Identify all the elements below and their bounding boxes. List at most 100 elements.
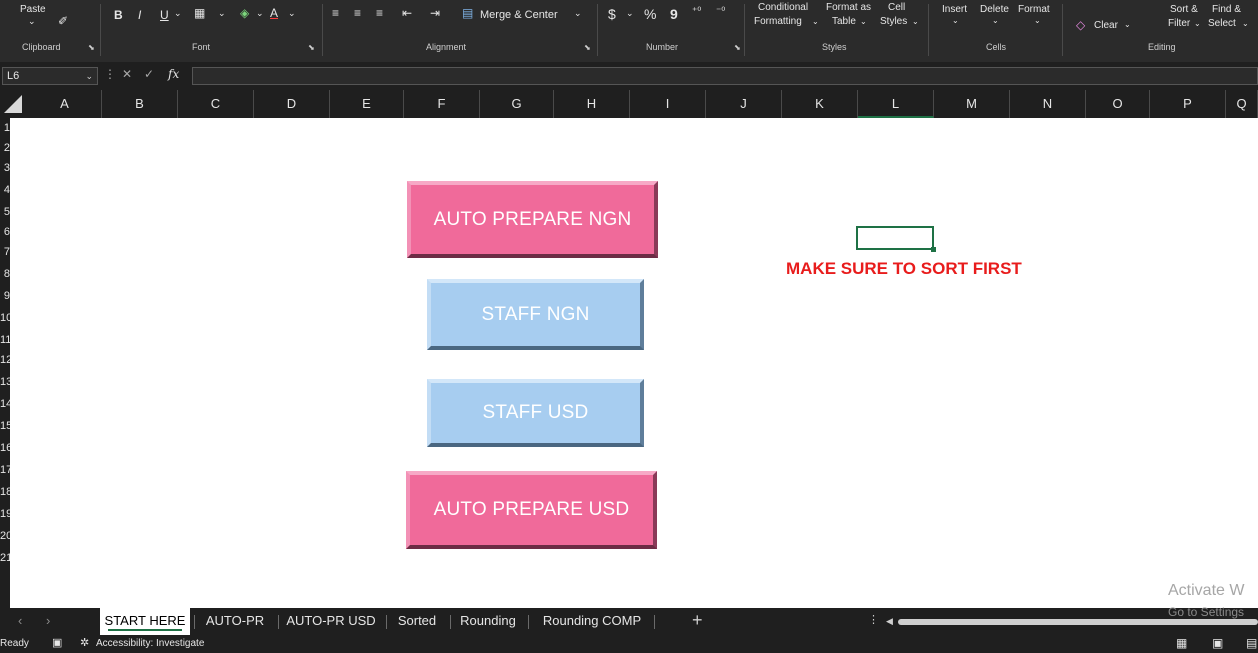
fill-color-icon[interactable]: ◈ [240,6,249,20]
row-header-2[interactable]: 2 [0,140,10,156]
macro-record-icon[interactable]: ▣ [52,636,62,649]
bold-button[interactable]: B [114,8,123,22]
merge-dropdown-icon[interactable]: ⌄ [574,8,582,19]
format-button[interactable]: Format [1018,4,1050,15]
conditional-formatting-label[interactable]: Formatting [754,16,802,27]
align-right-icon[interactable]: ≡ [376,6,383,20]
row-header-3[interactable]: 3 [0,160,10,176]
currency-dropdown-icon[interactable]: ⌄ [626,8,634,19]
delete-dropdown-icon[interactable]: ⌄ [992,16,999,25]
format-as-table-button[interactable]: Format as [826,2,871,13]
format-painter-icon[interactable]: ✐ [58,14,68,28]
page-break-icon[interactable]: ▤ [1246,636,1257,650]
row-header-4[interactable]: 4 [0,182,10,198]
row-header-14[interactable]: 14 [0,396,10,412]
decrease-decimal-icon[interactable]: ⁻⁰ [716,6,725,17]
row-header-17[interactable]: 17 [0,462,10,478]
column-header-o[interactable]: O [1086,90,1150,118]
borders-dropdown-icon[interactable]: ⌄ [218,8,226,19]
row-header-19[interactable]: 19 [0,506,10,522]
sheet-tab-rounding[interactable]: Rounding [452,608,524,635]
sheet-tab-start-here[interactable]: START HERE [100,608,190,635]
increase-indent-icon[interactable]: ⇥ [430,6,440,20]
row-header-20[interactable]: 20 [0,528,10,544]
worksheet-grid[interactable]: AUTO PREPARE NGN STAFF NGN STAFF USD AUT… [10,118,1258,608]
alignment-launcher-icon[interactable]: ⬊ [584,43,591,52]
column-header-e[interactable]: E [330,90,404,118]
borders-icon[interactable]: ▦ [194,6,205,20]
column-header-m[interactable]: M [934,90,1010,118]
currency-button[interactable]: $ [608,6,616,22]
merge-icon[interactable]: ▤ [462,6,473,20]
cancel-icon[interactable]: ✕ [122,67,132,81]
align-left-icon[interactable]: ≡ [332,6,339,20]
clear-dropdown-icon[interactable]: ⌄ [1124,20,1131,29]
sheet-tab-rounding-comp[interactable]: Rounding COMP [530,608,654,635]
column-header-b[interactable]: B [102,90,178,118]
insert-function-icon[interactable]: fx [168,67,179,81]
fill-handle[interactable] [931,247,936,252]
enter-icon[interactable]: ✓ [144,67,154,81]
column-header-a[interactable]: A [28,90,102,118]
italic-button[interactable]: I [138,8,141,22]
sort-filter-label[interactable]: Filter [1168,18,1190,29]
font-color-dropdown-icon[interactable]: ⌄ [288,8,296,19]
column-header-d[interactable]: D [254,90,330,118]
merge-center-button[interactable]: Merge & Center [480,9,558,21]
auto-prepare-ngn-button[interactable]: AUTO PREPARE NGN [407,181,658,258]
column-header-h[interactable]: H [554,90,630,118]
sheet-tab-auto-pr-usd[interactable]: AUTO-PR USD [280,608,382,635]
new-sheet-icon[interactable]: + [692,610,703,631]
cell-styles-button[interactable]: Cell [888,2,905,13]
column-header-g[interactable]: G [480,90,554,118]
staff-ngn-button[interactable]: STAFF NGN [427,279,644,350]
row-header-15[interactable]: 15 [0,418,10,434]
row-header-1[interactable]: 1 [0,120,10,136]
underline-button[interactable]: U [160,8,169,22]
fill-dropdown-icon[interactable]: ⌄ [256,8,264,19]
sheet-tab-auto-pr[interactable]: AUTO-PR [196,608,274,635]
clipboard-launcher-icon[interactable]: ⬊ [88,43,95,52]
scroll-left-icon[interactable]: ◀ [886,616,893,627]
column-header-f[interactable]: F [404,90,480,118]
align-center-icon[interactable]: ≡ [354,6,361,20]
page-layout-icon[interactable]: ▣ [1212,636,1223,650]
font-launcher-icon[interactable]: ⬊ [308,43,315,52]
find-dropdown-icon[interactable]: ⌄ [1242,19,1249,28]
row-header-13[interactable]: 13 [0,374,10,390]
name-box-dropdown-icon[interactable]: ⌄ [85,68,93,84]
decrease-indent-icon[interactable]: ⇤ [402,6,412,20]
formula-input[interactable] [192,67,1258,85]
row-header-16[interactable]: 16 [0,440,10,456]
number-launcher-icon[interactable]: ⬊ [734,43,741,52]
horizontal-scrollbar[interactable] [898,619,1258,625]
cell-styles-label[interactable]: Styles [880,16,907,27]
row-header-10[interactable]: 10 [0,310,10,326]
percent-button[interactable]: % [644,6,656,22]
row-header-12[interactable]: 12 [0,352,10,368]
format-dropdown-icon[interactable]: ⌄ [1034,16,1041,25]
column-header-n[interactable]: N [1010,90,1086,118]
sort-filter-button[interactable]: Sort & [1170,4,1198,15]
comma-button[interactable]: 9 [670,6,678,22]
increase-decimal-icon[interactable]: ⁺⁰ [692,6,701,17]
column-header-j[interactable]: J [706,90,782,118]
tab-split-icon[interactable]: ⋮ [868,613,879,626]
sheet-tab-sorted[interactable]: Sorted [388,608,446,635]
row-header-5[interactable]: 5 [0,204,10,220]
select-all-corner[interactable] [4,95,22,113]
normal-view-icon[interactable]: ▦ [1176,636,1187,650]
more-options-icon[interactable]: ⋮ [104,67,116,81]
format-as-table-label[interactable]: Table [832,16,856,27]
find-select-label[interactable]: Select [1208,18,1236,29]
paste-button[interactable]: Paste [20,4,46,15]
find-select-button[interactable]: Find & [1212,4,1241,15]
next-sheet-icon[interactable]: › [46,613,50,628]
row-header-7[interactable]: 7 [0,244,10,260]
paste-dropdown-icon[interactable]: ⌄ [28,16,36,27]
row-header-21[interactable]: 21 [0,550,10,566]
column-header-k[interactable]: K [782,90,858,118]
row-header-11[interactable]: 11 [0,332,10,348]
clear-button[interactable]: Clear [1094,20,1118,31]
row-header-9[interactable]: 9 [0,288,10,304]
